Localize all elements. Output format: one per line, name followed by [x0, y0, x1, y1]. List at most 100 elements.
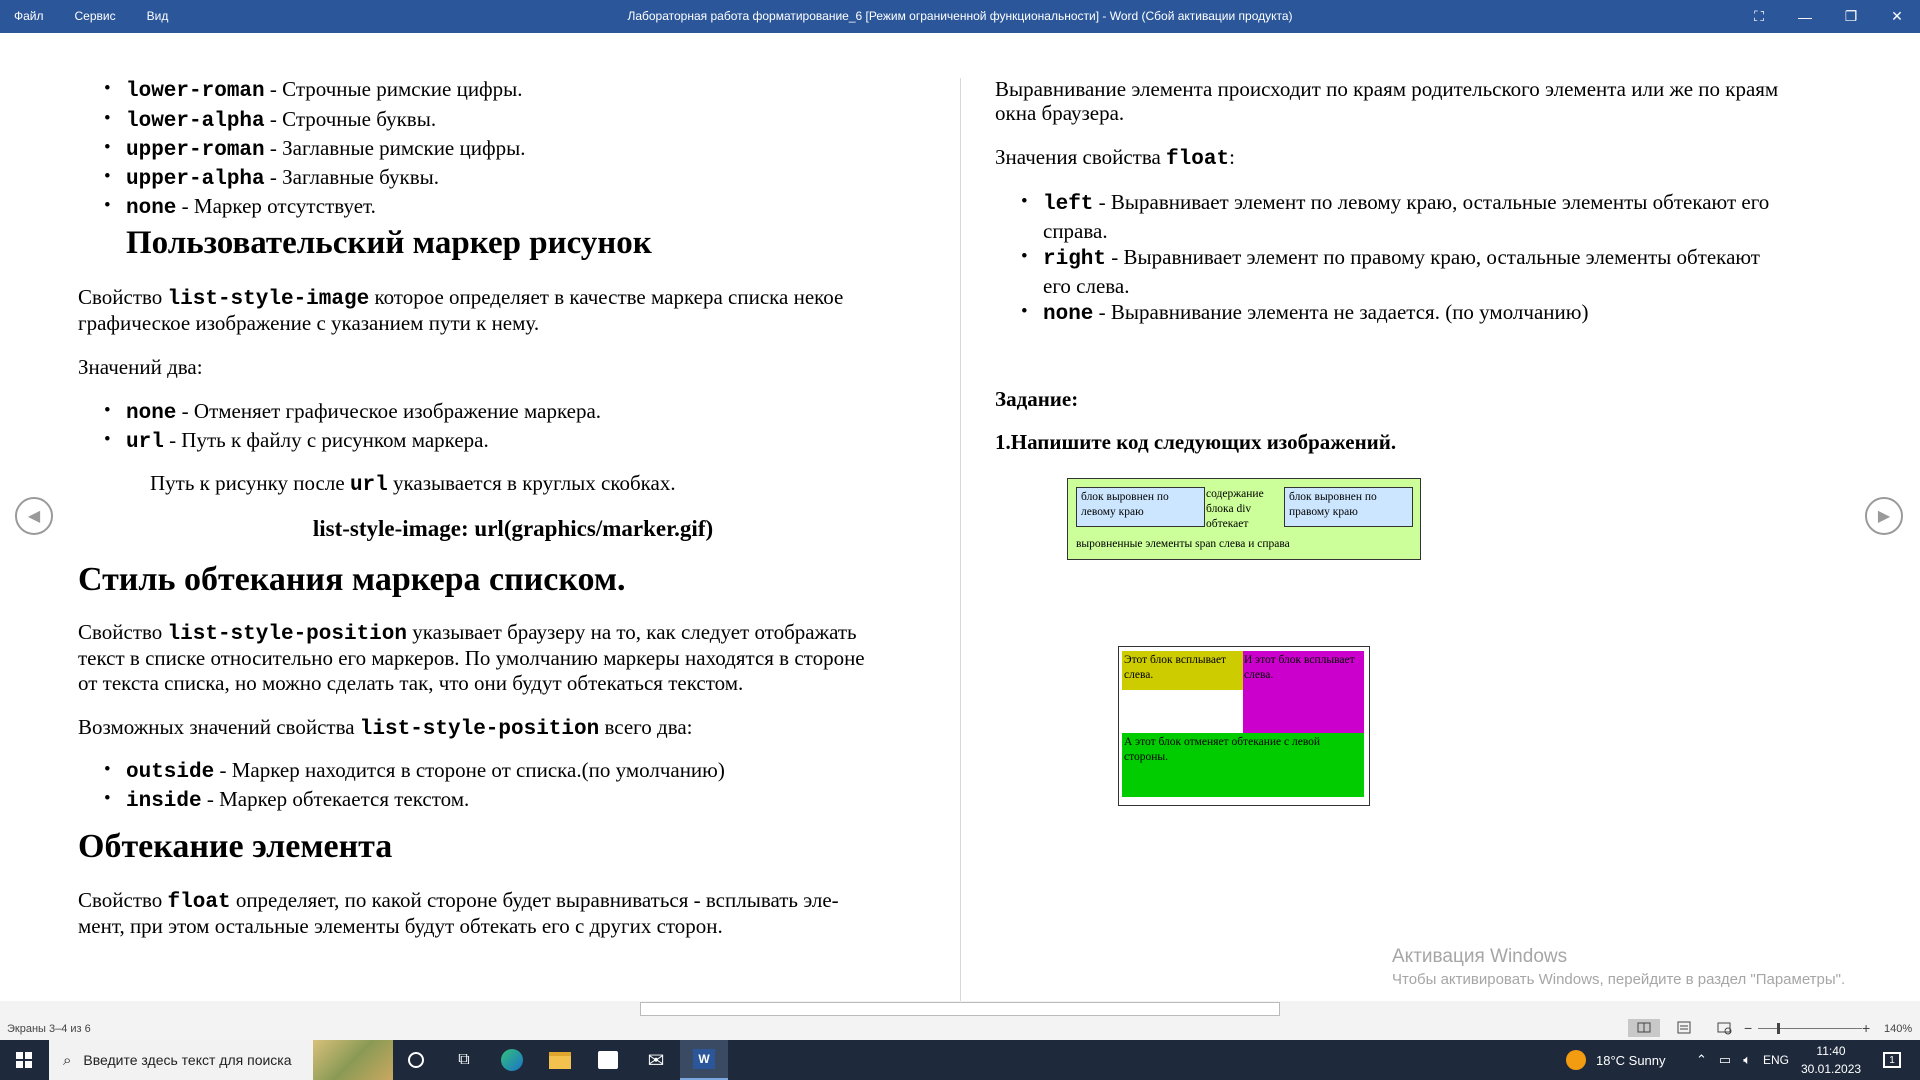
language-indicator[interactable]: ENG: [1763, 1053, 1789, 1067]
windows-logo-icon: [16, 1052, 32, 1068]
right-float-block: блок выровнен по правому краю: [1284, 487, 1413, 527]
zoom-slider-thumb[interactable]: [1777, 1023, 1780, 1034]
green-clear-block: А этот блок отменяет обтекание с левой с…: [1122, 733, 1364, 797]
list-item: outside - Маркер находится в стороне от …: [104, 757, 725, 786]
folder-icon: [549, 1051, 571, 1069]
taskbar: ⌕ Введите здесь текст для поиска ⧉ ✉ W 1…: [0, 1040, 1920, 1080]
task-view-icon: ⧉: [458, 1051, 470, 1068]
heading-image-marker: Пользовательский маркер рисунок: [126, 225, 652, 261]
document-view[interactable]: lower-roman - Строчные римские цифры. lo…: [0, 33, 1920, 1008]
paragraph: от текста списка, но можно сделать так, …: [78, 671, 744, 695]
paragraph: Значений два:: [78, 355, 203, 379]
list-item: right - Выравнивает элемент по правому к…: [1021, 244, 1769, 299]
list-item: inside - Маркер обтекается текстом.: [104, 786, 725, 815]
title-bar: Файл Сервис Вид Лабораторная работа форм…: [0, 0, 1920, 33]
taskbar-search-box[interactable]: ⌕ Введите здесь текст для поиска: [49, 1040, 393, 1080]
notification-count: 1: [1889, 1054, 1895, 1066]
network-icon[interactable]: ▭: [1719, 1052, 1731, 1068]
cortana-button[interactable]: [392, 1040, 440, 1080]
paragraph: Свойство list-style-image которое опреде…: [78, 285, 844, 311]
read-mode-button[interactable]: [1628, 1019, 1660, 1037]
zoom-in-button[interactable]: +: [1862, 1020, 1870, 1036]
paragraph: Свойство float определяет, по какой стор…: [78, 888, 839, 914]
restore-button[interactable]: ❐: [1828, 0, 1874, 33]
restore-icon: ❐: [1844, 8, 1858, 24]
weather-text: 18°C Sunny: [1596, 1052, 1666, 1068]
notification-center-button[interactable]: 1: [1868, 1040, 1916, 1080]
page-divider: [960, 78, 961, 1008]
list-item: lower-roman - Строчные римские цифры.: [104, 76, 525, 105]
paragraph: Значения свойства float:: [995, 145, 1235, 171]
word-app[interactable]: W: [680, 1040, 728, 1080]
web-layout-icon: [1717, 1022, 1732, 1035]
sun-icon: [1566, 1050, 1586, 1070]
activation-watermark: Активация Windows Чтобы активировать Win…: [1392, 946, 1845, 988]
paragraph: мент, при этом остальные элементы будут …: [78, 914, 723, 938]
fullscreen-button[interactable]: ⛶: [1736, 0, 1782, 33]
close-button[interactable]: ✕: [1874, 0, 1920, 33]
minimize-button[interactable]: —: [1782, 0, 1828, 33]
task-view-button[interactable]: ⧉: [440, 1040, 488, 1080]
fullscreen-icon: ⛶: [1754, 8, 1764, 24]
paragraph: окна браузера.: [995, 101, 1125, 125]
system-tray: ⌃ ▭ 🔈︎ ENG: [1696, 1040, 1789, 1080]
zoom-out-button[interactable]: −: [1744, 1020, 1752, 1036]
list-item: left - Выравнивает элемент по левому кра…: [1021, 189, 1769, 244]
circle-icon: [408, 1052, 424, 1068]
heading-float: Обтекание элемента: [78, 828, 393, 865]
read-mode-icon: [1637, 1022, 1651, 1033]
file-explorer-app[interactable]: [536, 1040, 584, 1080]
volume-icon[interactable]: 🔈︎: [1743, 1052, 1751, 1068]
weather-widget[interactable]: 18°C Sunny: [1566, 1040, 1666, 1080]
clock-time: 11:40: [1816, 1044, 1846, 1058]
paragraph: Выравнивание элемента происходит по края…: [995, 77, 1779, 101]
window-title: Лабораторная работа форматирование_6 [Ре…: [627, 9, 1293, 23]
list-style-type-list: lower-roman - Строчные римские цифры. lo…: [104, 76, 525, 222]
page-counter: Экраны 3–4 из 6: [7, 1023, 91, 1035]
task-heading: Задание:: [995, 387, 1079, 411]
list-item: upper-roman - Заглавные римские цифры.: [104, 135, 525, 164]
figure-float-example-1: блок выровнен по левому краю содержание …: [1067, 478, 1421, 560]
chevron-left-icon: ◀: [27, 508, 41, 525]
paragraph: Возможных значений свойства list-style-p…: [78, 715, 693, 741]
middle-content: содержание блока div обтекает: [1206, 488, 1264, 530]
print-layout-icon: [1677, 1021, 1691, 1034]
mail-app[interactable]: ✉: [632, 1040, 680, 1080]
paragraph: графическое изображение с указанием пути…: [78, 311, 540, 335]
chevron-up-icon[interactable]: ⌃: [1696, 1052, 1707, 1068]
list-position-values: outside - Маркер находится в стороне от …: [104, 757, 725, 815]
list-item: none - Отменяет графическое изображение …: [104, 398, 601, 427]
search-placeholder: Введите здесь текст для поиска: [83, 1052, 292, 1068]
bottom-caption: выровненные элементы span слева и справа: [1076, 538, 1290, 550]
list-item: url - Путь к файлу с рисунком маркера.: [104, 427, 601, 456]
notification-icon: 1: [1883, 1052, 1901, 1068]
heading-list-position: Стиль обтекания маркера списком.: [78, 561, 626, 598]
watermark-subtitle: Чтобы активировать Windows, перейдите в …: [1392, 971, 1846, 988]
web-layout-button[interactable]: [1708, 1019, 1740, 1037]
search-highlight-image: [313, 1040, 393, 1080]
clock[interactable]: 11:40 30.01.2023: [1801, 1042, 1861, 1078]
horizontal-scrollbar[interactable]: [640, 1002, 1280, 1016]
print-layout-button[interactable]: [1668, 1019, 1700, 1037]
start-button[interactable]: [0, 1040, 48, 1080]
float-values-list: left - Выравнивает элемент по левому кра…: [1021, 189, 1769, 328]
paragraph: Путь к рисунку после url указывается в к…: [150, 471, 676, 497]
next-page-button[interactable]: ▶: [1865, 497, 1903, 535]
list-item: upper-alpha - Заглавные буквы.: [104, 164, 525, 193]
figure-float-example-2: Этот блок всплывает слева. И этот блок в…: [1118, 646, 1370, 806]
zoom-level[interactable]: 140%: [1884, 1023, 1912, 1035]
mail-icon: ✉: [647, 1049, 665, 1072]
list-item: none - Выравнивание элемента не задается…: [1021, 299, 1769, 328]
zoom-slider[interactable]: [1758, 1028, 1862, 1029]
task-item: 1.Напишите код следующих изображений.: [995, 430, 1397, 454]
list-item: none - Маркер отсутствует.: [104, 193, 525, 222]
yellow-float-block: Этот блок всплывает слева.: [1122, 651, 1243, 690]
minimize-icon: —: [1798, 8, 1812, 25]
watermark-title: Активация Windows: [1392, 946, 1568, 967]
store-app[interactable]: [584, 1040, 632, 1080]
left-float-block: блок выровнен по левому краю: [1076, 487, 1205, 527]
clock-date: 30.01.2023: [1801, 1062, 1862, 1076]
previous-page-button[interactable]: ◀: [15, 497, 53, 535]
edge-app[interactable]: [488, 1040, 536, 1080]
chevron-right-icon: ▶: [1877, 508, 1891, 525]
